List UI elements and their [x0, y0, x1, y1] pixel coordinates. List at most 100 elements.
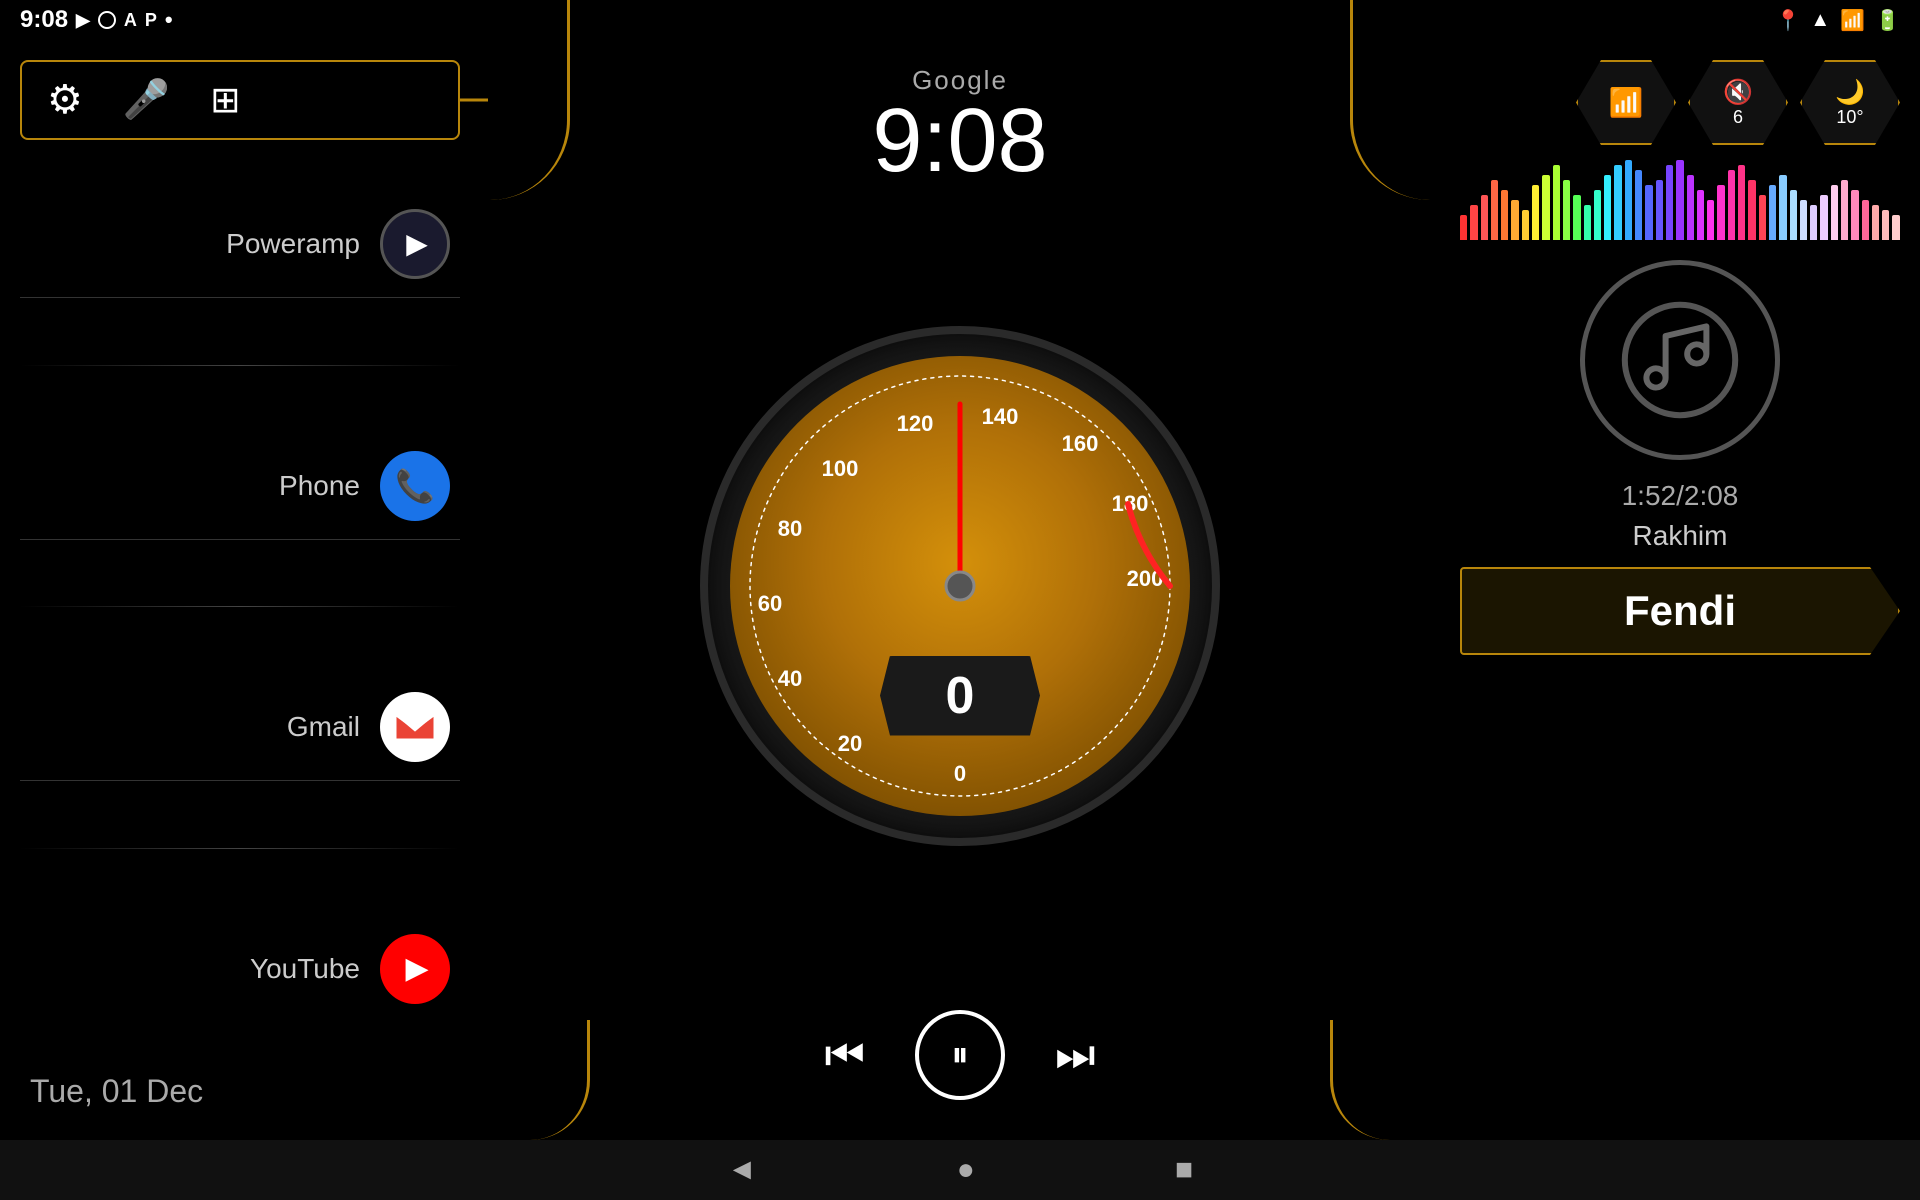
battery-status-icon: 🔋 — [1875, 8, 1900, 33]
center-panel: Google 9:08 0 20 40 60 — [480, 50, 1440, 1140]
music-note-svg — [1620, 300, 1740, 420]
prev-button[interactable]: ⏮ — [824, 1029, 865, 1082]
eq-bar-10 — [1563, 180, 1570, 240]
eq-bar-7 — [1532, 185, 1539, 240]
svg-text:60: 60 — [758, 591, 782, 616]
youtube-label: YouTube — [250, 953, 360, 985]
eq-bar-9 — [1553, 165, 1560, 240]
dot-status-icon: • — [165, 7, 173, 33]
next-button[interactable]: ⏭ — [1055, 1029, 1096, 1082]
eq-bar-18 — [1645, 185, 1652, 240]
a-status-icon: A — [124, 10, 137, 31]
eq-bar-2 — [1481, 195, 1488, 240]
gmail-icon — [394, 711, 436, 743]
top-right-status: 📶 🔇 6 🌙 10° — [1460, 60, 1900, 145]
eq-bar-32 — [1790, 190, 1797, 240]
eq-bar-4 — [1501, 190, 1508, 240]
youtube-app-item[interactable]: YouTube ▶ — [20, 916, 460, 1022]
speedometer-inner: 0 20 40 60 80 100 120 140 160 180 200 — [730, 356, 1190, 816]
status-left: 9:08 ▶ A P • — [20, 6, 173, 34]
poweramp-play-button[interactable]: ▶ — [380, 209, 450, 279]
speedometer-svg: 0 20 40 60 80 100 120 140 160 180 200 — [730, 356, 1190, 816]
eq-bar-42 — [1892, 215, 1899, 240]
gmail-app-item[interactable]: Gmail — [20, 674, 460, 781]
sound-hex[interactable]: 🔇 6 — [1688, 60, 1788, 145]
back-button[interactable]: ◄ — [727, 1153, 757, 1187]
toolbar: ⚙ 🎤 ⊞ — [20, 60, 460, 140]
eq-bar-35 — [1820, 195, 1827, 240]
nav-bar: ◄ ● ■ — [0, 1140, 1920, 1200]
eq-bar-28 — [1748, 180, 1755, 240]
phone-icon-circle: 📞 — [380, 451, 450, 521]
eq-bar-5 — [1511, 200, 1518, 240]
eq-bar-24 — [1707, 200, 1714, 240]
poweramp-label: Poweramp — [226, 228, 360, 260]
microphone-icon[interactable]: 🎤 — [123, 78, 170, 122]
separator-1 — [20, 365, 460, 366]
eq-bar-21 — [1676, 160, 1683, 240]
speedometer-outer: 0 20 40 60 80 100 120 140 160 180 200 — [700, 326, 1220, 846]
media-controls: ⏮ ⏸ ⏭ — [804, 990, 1115, 1120]
pause-button[interactable]: ⏸ — [915, 1010, 1005, 1100]
eq-bar-40 — [1872, 205, 1879, 240]
stop-status-icon — [98, 11, 116, 29]
track-time: 1:52/2:08 — [1460, 480, 1900, 512]
eq-bar-30 — [1769, 185, 1776, 240]
speed-readout: 0 — [880, 656, 1040, 736]
equalizer — [1460, 160, 1900, 240]
sound-hex-value: 6 — [1733, 107, 1743, 128]
google-time: Google 9:08 — [857, 50, 1062, 201]
eq-bar-33 — [1800, 200, 1807, 240]
phone-icon: 📞 — [395, 467, 435, 505]
gmail-label: Gmail — [287, 711, 360, 743]
eq-bar-38 — [1851, 190, 1858, 240]
eq-bar-25 — [1717, 185, 1724, 240]
eq-bar-0 — [1460, 215, 1467, 240]
svg-text:160: 160 — [1062, 431, 1099, 456]
eq-bar-15 — [1614, 165, 1621, 240]
svg-text:0: 0 — [954, 761, 966, 786]
eq-bar-22 — [1687, 175, 1694, 240]
svg-text:140: 140 — [982, 404, 1019, 429]
svg-text:40: 40 — [778, 666, 802, 691]
time-display: 9:08 — [872, 96, 1047, 186]
sound-hex-icon: 🔇 — [1723, 78, 1753, 107]
youtube-icon-circle: ▶ — [380, 934, 450, 1004]
separator-3 — [20, 848, 460, 849]
eq-bar-34 — [1810, 205, 1817, 240]
recents-button[interactable]: ■ — [1175, 1153, 1193, 1187]
eq-bar-8 — [1542, 175, 1549, 240]
poweramp-play-icon: ▶ — [406, 227, 428, 260]
eq-bar-26 — [1728, 170, 1735, 240]
right-panel: 📶 🔇 6 🌙 10° 1:52/2:08 Rakhim Fendi — [1440, 50, 1920, 1140]
phone-app-item[interactable]: Phone 📞 — [20, 433, 460, 540]
grid-icon[interactable]: ⊞ — [210, 79, 240, 121]
play-status-icon: ▶ — [76, 10, 90, 31]
weather-hex[interactable]: 🌙 10° — [1800, 60, 1900, 145]
signal-status-icon: 📶 — [1840, 8, 1865, 33]
eq-bar-27 — [1738, 165, 1745, 240]
eq-bar-17 — [1635, 170, 1642, 240]
wifi-hex[interactable]: 📶 — [1576, 60, 1676, 145]
eq-bar-37 — [1841, 180, 1848, 240]
status-right: 📍 ▲ 📶 🔋 — [1775, 8, 1900, 33]
location-status-icon: 📍 — [1775, 8, 1800, 33]
separator-2 — [20, 606, 460, 607]
eq-bar-36 — [1831, 185, 1838, 240]
eq-bar-20 — [1666, 165, 1673, 240]
phone-label: Phone — [279, 470, 360, 502]
track-title-bar: Fendi — [1460, 567, 1900, 655]
home-button[interactable]: ● — [957, 1153, 975, 1187]
eq-bar-16 — [1625, 160, 1632, 240]
status-bar: 9:08 ▶ A P • 📍 ▲ 📶 🔋 — [0, 0, 1920, 40]
gmail-icon-circle — [380, 692, 450, 762]
eq-bar-23 — [1697, 190, 1704, 240]
eq-bar-3 — [1491, 180, 1498, 240]
youtube-play-icon: ▶ — [405, 951, 428, 986]
poweramp-app-item[interactable]: Poweramp ▶ — [20, 191, 460, 298]
eq-bar-1 — [1470, 205, 1477, 240]
settings-icon[interactable]: ⚙ — [47, 77, 83, 123]
moon-hex-icon: 🌙 — [1835, 78, 1865, 107]
svg-text:100: 100 — [822, 456, 859, 481]
status-time: 9:08 — [20, 6, 68, 34]
